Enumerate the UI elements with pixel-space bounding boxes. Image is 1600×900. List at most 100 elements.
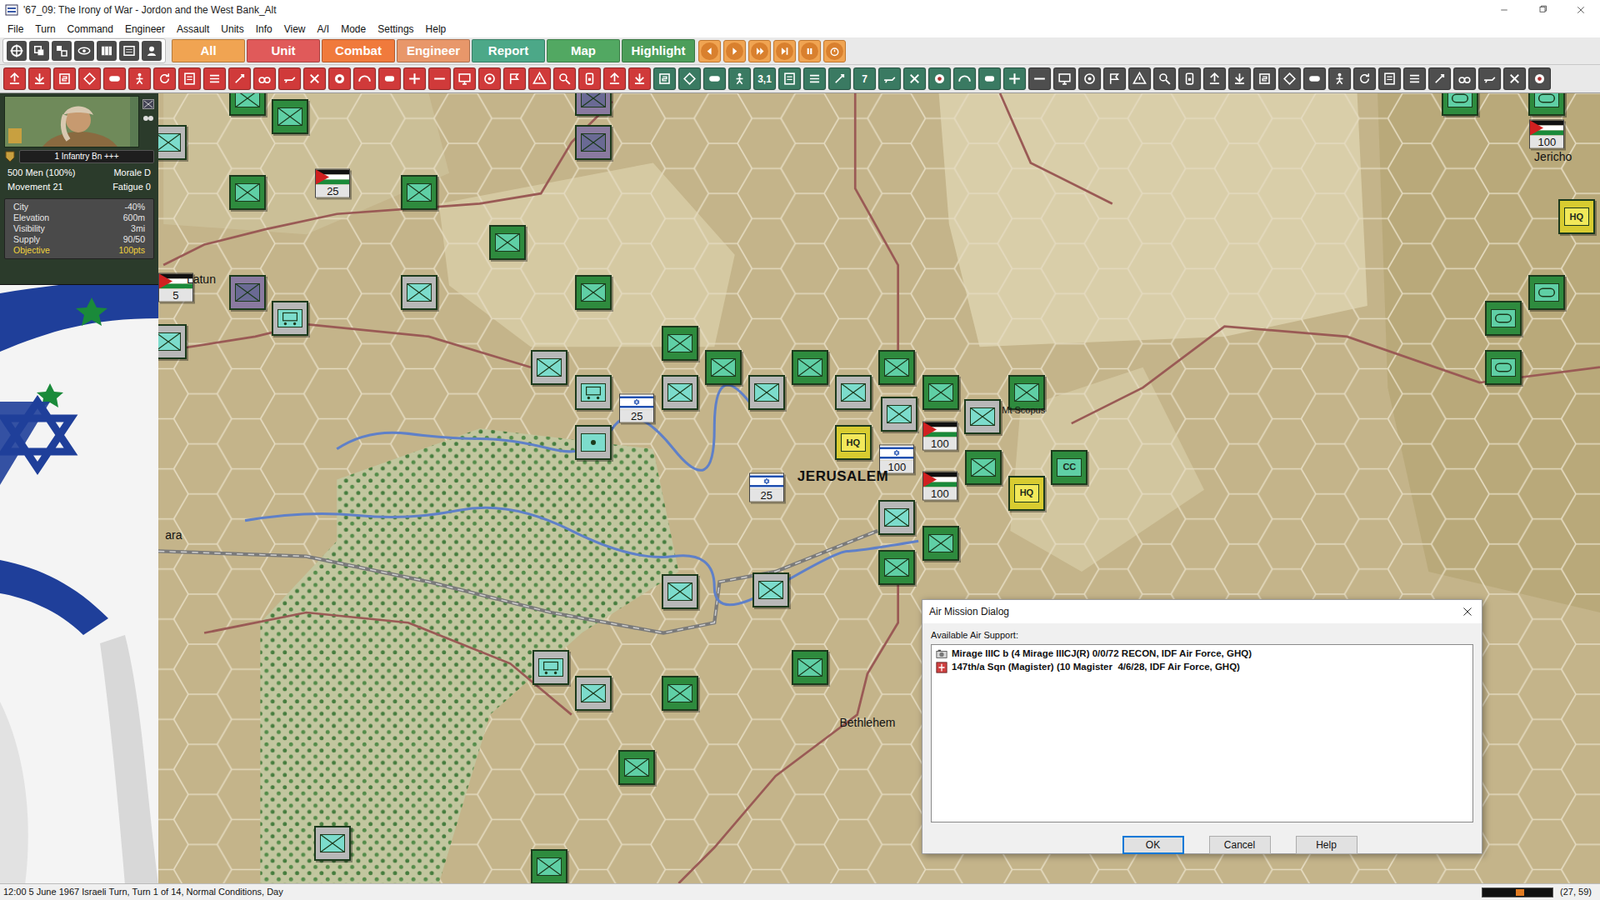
unit-counter[interactable] <box>229 275 266 310</box>
dialog-button[interactable]: Cancel <box>1209 835 1271 855</box>
tool-button[interactable] <box>128 67 151 90</box>
window-control[interactable] <box>1561 0 1600 20</box>
unit-counter[interactable] <box>575 275 612 310</box>
unit-counter[interactable] <box>530 350 568 385</box>
menu-item[interactable]: Info <box>250 21 279 37</box>
unit-symbol[interactable] <box>884 358 910 377</box>
menu-item[interactable]: View <box>278 21 312 37</box>
unit-symbol[interactable] <box>884 558 910 577</box>
window-control[interactable] <box>1485 0 1524 20</box>
unit-symbol[interactable] <box>320 834 345 853</box>
tool-button[interactable] <box>978 67 1001 90</box>
unit-counter[interactable] <box>229 93 266 116</box>
objective-value[interactable]: 100 <box>1530 135 1564 149</box>
unit-counter[interactable] <box>705 350 742 385</box>
mode-tab-label[interactable]: Unit <box>270 41 295 61</box>
infantry-icon[interactable] <box>841 383 865 402</box>
hex-map[interactable]: HQCCHQHQ2552525100100100100LatunJERUSALE… <box>158 93 1600 884</box>
unit-symbol[interactable] <box>1014 383 1040 402</box>
binoculars-icon[interactable] <box>256 70 273 87</box>
mode-tab[interactable]: Report <box>471 39 545 63</box>
infantry-icon[interactable] <box>625 758 649 777</box>
upload-icon[interactable] <box>606 70 623 87</box>
tool-button[interactable] <box>778 67 801 90</box>
unit-counter[interactable] <box>575 93 612 116</box>
tool-button[interactable] <box>1003 67 1026 90</box>
cross-icon[interactable] <box>1506 70 1523 87</box>
report-icon[interactable] <box>181 70 198 87</box>
tool-button[interactable] <box>78 67 101 90</box>
supply-icon[interactable] <box>1256 70 1273 87</box>
turn-button[interactable] <box>698 40 721 63</box>
infantry-icon[interactable] <box>495 233 520 252</box>
lock-icon[interactable] <box>581 70 598 87</box>
unit-symbol[interactable] <box>235 93 260 108</box>
unit-counter[interactable] <box>922 375 960 410</box>
unit-symbol[interactable] <box>667 684 693 703</box>
tool-button[interactable] <box>578 67 601 90</box>
search-icon[interactable] <box>556 70 573 87</box>
armor-icon[interactable] <box>1535 93 1559 108</box>
unit-counter[interactable] <box>271 99 309 135</box>
infantry-icon[interactable] <box>537 358 561 377</box>
cross-icon[interactable] <box>306 70 323 87</box>
soldier-icon[interactable] <box>131 70 148 87</box>
unit-counter[interactable] <box>965 450 1002 485</box>
unit-symbol[interactable] <box>580 433 606 452</box>
turn-button-face[interactable] <box>825 42 844 60</box>
infantry-icon[interactable] <box>158 133 180 152</box>
unit-symbol[interactable] <box>754 383 780 402</box>
unit-counter[interactable] <box>158 125 187 160</box>
infantry-icon[interactable] <box>1015 383 1039 402</box>
unit-type-label[interactable]: HQ <box>846 438 861 448</box>
rotate-icon[interactable] <box>156 70 173 87</box>
flag-icon[interactable] <box>1106 70 1123 87</box>
arrow-icon[interactable] <box>1431 70 1448 87</box>
tool-button[interactable] <box>1478 67 1501 90</box>
infantry-icon[interactable] <box>755 383 779 402</box>
unit-symbol[interactable] <box>797 658 823 677</box>
tool-button[interactable] <box>878 67 901 90</box>
infantry-icon[interactable] <box>798 658 822 677</box>
unit-symbol[interactable] <box>158 133 181 152</box>
jordan-flag-icon[interactable] <box>1530 120 1564 136</box>
diamond-icon[interactable] <box>1281 70 1298 87</box>
layers-icon[interactable] <box>54 43 70 59</box>
unit-symbol[interactable] <box>667 383 693 402</box>
objective-value[interactable]: 100 <box>923 436 957 450</box>
tool-button[interactable] <box>828 67 851 90</box>
unit-symbol[interactable] <box>884 508 910 527</box>
cross-icon[interactable] <box>906 70 923 87</box>
unit-symbol[interactable] <box>928 383 954 402</box>
jordan-flag-icon[interactable] <box>923 421 957 437</box>
unit-symbol[interactable] <box>710 358 736 377</box>
unit-counter[interactable] <box>489 225 526 260</box>
aircraft-icon[interactable] <box>881 70 898 87</box>
tool-button[interactable] <box>1428 67 1451 90</box>
infantry-icon[interactable] <box>929 534 953 553</box>
unit-counter[interactable] <box>880 396 918 432</box>
tool-button[interactable] <box>253 67 276 90</box>
unit-symbol[interactable] <box>1490 309 1516 328</box>
unit-symbol[interactable] <box>624 758 650 777</box>
tool-button[interactable] <box>1328 67 1351 90</box>
unit-type-label[interactable]: HQ <box>1020 488 1035 498</box>
tool-button[interactable] <box>1403 67 1426 90</box>
unit-symbol[interactable] <box>797 358 823 377</box>
mode-tab[interactable]: Map <box>546 39 620 63</box>
unit-counter[interactable] <box>1528 93 1565 116</box>
tool-button[interactable] <box>403 67 426 90</box>
tool-button[interactable] <box>553 67 576 90</box>
unit-counter[interactable] <box>791 350 829 385</box>
infantry-icon[interactable] <box>970 407 995 426</box>
supply-icon[interactable] <box>656 70 673 87</box>
close-icon[interactable] <box>1462 606 1473 617</box>
armor-icon[interactable] <box>1491 358 1515 377</box>
objective-marker[interactable]: 25 <box>749 473 785 503</box>
dialog-close[interactable] <box>1453 600 1482 624</box>
unit-counter[interactable] <box>661 325 699 361</box>
infantry-icon[interactable] <box>971 458 995 477</box>
infantry-icon[interactable] <box>278 107 302 126</box>
artillery-icon[interactable] <box>581 433 605 452</box>
objective-marker[interactable]: 100 <box>1529 120 1565 150</box>
